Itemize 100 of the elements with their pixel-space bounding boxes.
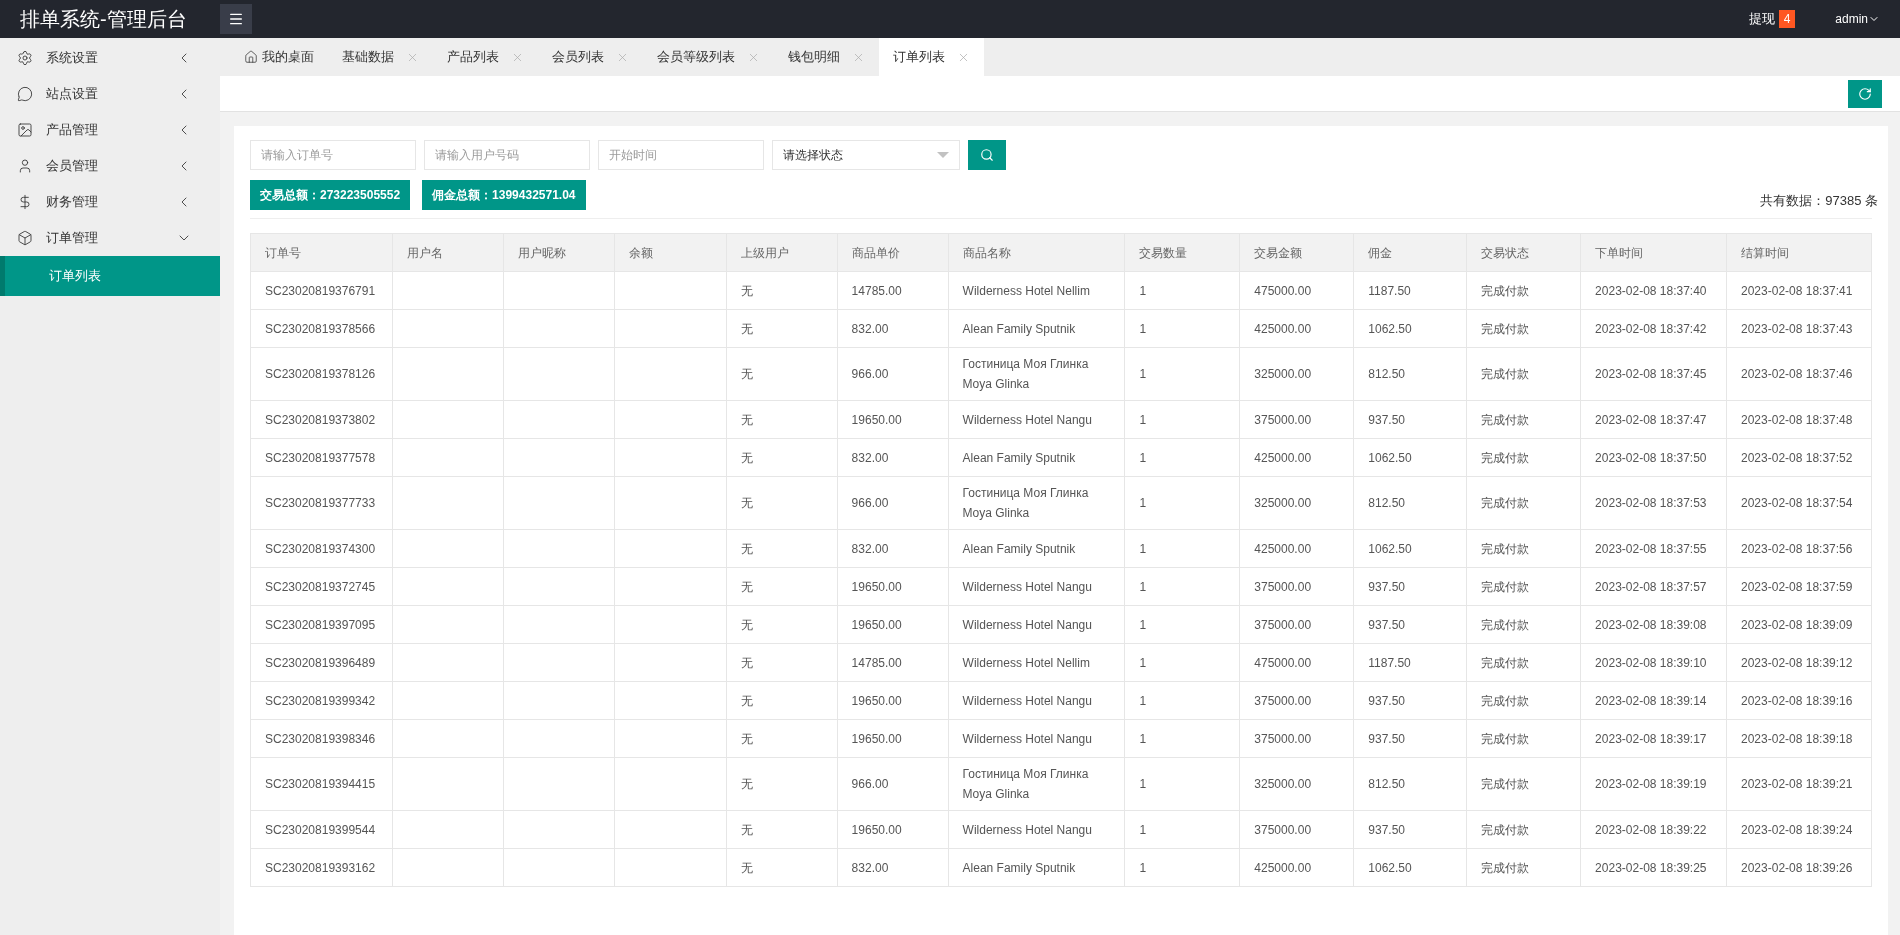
table-cell: 375000.00 bbox=[1239, 810, 1354, 849]
table-cell: 1 bbox=[1124, 476, 1240, 530]
tab[interactable]: 会员等级列表 bbox=[643, 38, 774, 76]
tab[interactable]: 会员列表 bbox=[538, 38, 643, 76]
table-cell: 1 bbox=[1124, 529, 1240, 568]
table-cell: 2023-02-08 18:39:08 bbox=[1580, 605, 1727, 644]
column-header: 上级用户 bbox=[726, 233, 838, 272]
table-cell: 325000.00 bbox=[1239, 476, 1354, 530]
table-cell: 2023-02-08 18:37:53 bbox=[1580, 476, 1727, 530]
sidebar-item[interactable]: 系统设置 bbox=[0, 40, 220, 76]
chat-bubble-icon bbox=[17, 86, 33, 102]
refresh-button[interactable] bbox=[1848, 79, 1882, 108]
table-cell: 966.00 bbox=[837, 757, 949, 811]
table-cell: 2023-02-08 18:37:52 bbox=[1726, 438, 1872, 477]
table-cell: 1 bbox=[1124, 438, 1240, 477]
column-header: 交易状态 bbox=[1466, 233, 1581, 272]
tab[interactable]: 我的桌面 bbox=[230, 38, 328, 76]
table-cell: 完成付款 bbox=[1466, 347, 1581, 401]
table-cell: 325000.00 bbox=[1239, 757, 1354, 811]
table-cell: 2023-02-08 18:39:09 bbox=[1726, 605, 1872, 644]
refresh-icon bbox=[1858, 86, 1872, 101]
table-cell: 812.50 bbox=[1353, 757, 1467, 811]
table-cell: 1 bbox=[1124, 271, 1240, 310]
table-cell: 375000.00 bbox=[1239, 681, 1354, 720]
table-cell: 2023-02-08 18:39:25 bbox=[1580, 848, 1727, 887]
table-cell: 937.50 bbox=[1353, 567, 1467, 606]
table-cell: SC23020819393162 bbox=[250, 848, 393, 887]
table-cell: 832.00 bbox=[837, 438, 949, 477]
sidebar-item[interactable]: 订单管理 bbox=[0, 220, 220, 256]
table-cell: Alean Family Sputnik bbox=[948, 309, 1125, 348]
table-cell: 2023-02-08 18:37:59 bbox=[1726, 567, 1872, 606]
column-header: 订单号 bbox=[250, 233, 393, 272]
table-cell: 2023-02-08 18:37:40 bbox=[1580, 271, 1727, 310]
table-cell: 19650.00 bbox=[837, 400, 949, 439]
withdraw-link[interactable]: 提现 bbox=[1748, 9, 1775, 29]
table-cell: 完成付款 bbox=[1466, 719, 1581, 758]
start-date-field[interactable]: 开始时间 bbox=[598, 140, 764, 170]
sidebar-item[interactable]: 产品管理 bbox=[0, 112, 220, 148]
table-cell: SC23020819374300 bbox=[250, 529, 393, 568]
table-cell: 14785.00 bbox=[837, 271, 949, 310]
dollar-icon bbox=[17, 194, 33, 210]
tab[interactable]: 产品列表 bbox=[433, 38, 538, 76]
table-cell: 完成付款 bbox=[1466, 400, 1581, 439]
sidebar-item[interactable]: 会员管理 bbox=[0, 148, 220, 184]
table-cell: Wilderness Hotel Nellim bbox=[948, 643, 1125, 682]
table-cell: 325000.00 bbox=[1239, 347, 1354, 401]
table-cell: SC23020819378126 bbox=[250, 347, 393, 401]
table-cell: SC23020819399544 bbox=[250, 810, 393, 849]
search-button[interactable] bbox=[968, 140, 1006, 170]
table-cell: SC23020819398346 bbox=[250, 719, 393, 758]
table-cell: 无 bbox=[726, 529, 838, 568]
tab[interactable]: 钱包明细 bbox=[774, 38, 879, 76]
table-cell: 2023-02-08 18:39:16 bbox=[1726, 681, 1872, 720]
table-cell: 832.00 bbox=[837, 848, 949, 887]
table-cell: 无 bbox=[726, 643, 838, 682]
table-cell: 19650.00 bbox=[837, 810, 949, 849]
table-cell: 无 bbox=[726, 438, 838, 477]
table-cell: 完成付款 bbox=[1466, 476, 1581, 530]
order-number-field[interactable]: 请输入订单号 bbox=[250, 140, 416, 170]
home-icon bbox=[244, 50, 258, 64]
table-cell: 425000.00 bbox=[1239, 529, 1354, 568]
table-cell: 2023-02-08 18:39:21 bbox=[1726, 757, 1872, 811]
image-icon bbox=[17, 122, 33, 138]
table-cell: 完成付款 bbox=[1466, 529, 1581, 568]
table-cell: 832.00 bbox=[837, 309, 949, 348]
table-cell: 1 bbox=[1124, 719, 1240, 758]
table-cell: 475000.00 bbox=[1239, 643, 1354, 682]
sidebar-item[interactable]: 站点设置 bbox=[0, 76, 220, 112]
column-header: 交易数量 bbox=[1124, 233, 1240, 272]
table-cell: 1 bbox=[1124, 567, 1240, 606]
sidebar-subitem[interactable]: 订单列表 bbox=[0, 256, 220, 296]
table-cell: 2023-02-08 18:39:12 bbox=[1726, 643, 1872, 682]
table-cell: 14785.00 bbox=[837, 643, 949, 682]
table-cell: SC23020819377578 bbox=[250, 438, 393, 477]
table-cell: 1 bbox=[1124, 848, 1240, 887]
table-cell: 425000.00 bbox=[1239, 848, 1354, 887]
search-icon bbox=[980, 148, 994, 162]
tab[interactable]: 订单列表 bbox=[879, 38, 984, 76]
table-cell: 2023-02-08 18:39:18 bbox=[1726, 719, 1872, 758]
table-cell: 2023-02-08 18:39:19 bbox=[1580, 757, 1727, 811]
table-cell: 1 bbox=[1124, 605, 1240, 644]
table-cell: 2023-02-08 18:37:54 bbox=[1726, 476, 1872, 530]
table-cell: SC23020819394415 bbox=[250, 757, 393, 811]
sidebar-item[interactable]: 财务管理 bbox=[0, 184, 220, 220]
table-cell: 1 bbox=[1124, 309, 1240, 348]
user-number-field[interactable]: 请输入用户号码 bbox=[424, 140, 590, 170]
table-cell: 1062.50 bbox=[1353, 848, 1467, 887]
tab[interactable]: 基础数据 bbox=[328, 38, 433, 76]
settings-icon bbox=[17, 50, 33, 66]
table-cell: 完成付款 bbox=[1466, 643, 1581, 682]
menu-button[interactable] bbox=[220, 4, 252, 34]
table-cell: Wilderness Hotel Nangu bbox=[948, 681, 1125, 720]
table-cell: 完成付款 bbox=[1466, 567, 1581, 606]
table-cell: 无 bbox=[726, 476, 838, 530]
user-menu[interactable]: admin bbox=[1835, 10, 1880, 28]
column-header: 商品名称 bbox=[948, 233, 1125, 272]
table-cell: 完成付款 bbox=[1466, 438, 1581, 477]
table-cell: 无 bbox=[726, 400, 838, 439]
dropdown-triangle-icon bbox=[937, 152, 949, 158]
status-select[interactable]: 请选择状态 bbox=[772, 140, 960, 170]
